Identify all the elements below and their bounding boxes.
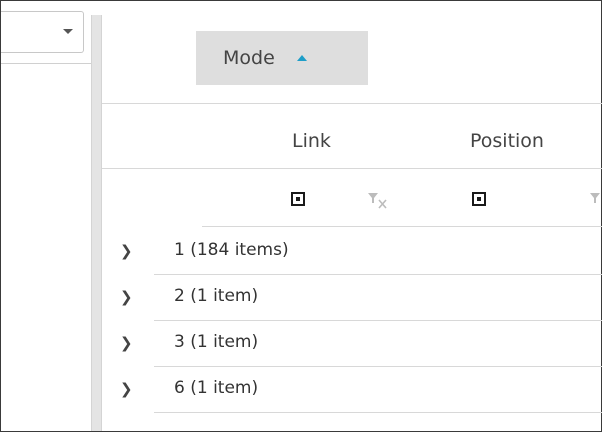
group-row-label: 2 (1 item) [174, 286, 259, 306]
group-row[interactable]: ❯ 6 (1 item) [102, 367, 602, 413]
group-row-label: 1 (184 items) [174, 240, 289, 260]
divider [1, 63, 91, 64]
filter-clear-icon[interactable] [368, 191, 390, 215]
column-header-row: Link Position [102, 104, 602, 169]
divider [202, 226, 602, 227]
link-filter-checkbox[interactable] [291, 192, 305, 206]
group-row-label: 3 (1 item) [174, 332, 259, 352]
filter-icon[interactable] [590, 191, 602, 209]
column-header-position[interactable]: Position [470, 130, 544, 152]
chevron-right-icon[interactable]: ❯ [120, 288, 133, 306]
chevron-right-icon[interactable]: ❯ [120, 380, 133, 398]
filter-row [102, 169, 602, 227]
chevron-down-icon[interactable] [63, 29, 73, 34]
chevron-right-icon[interactable]: ❯ [120, 334, 133, 352]
window-frame: Mode Link Position ❯ 1 (184 items) ❯ 2 (… [0, 0, 602, 432]
chevron-right-icon[interactable]: ❯ [120, 242, 133, 260]
sort-ascending-icon[interactable] [296, 55, 307, 61]
group-chip-mode[interactable]: Mode [196, 31, 368, 85]
panel-splitter[interactable] [91, 15, 102, 431]
left-panel [1, 1, 91, 431]
position-filter-checkbox[interactable] [472, 192, 486, 206]
group-row[interactable]: ❯ 1 (184 items) [102, 229, 602, 275]
data-grid: Mode Link Position ❯ 1 (184 items) ❯ 2 (… [102, 1, 602, 431]
group-row[interactable]: ❯ 2 (1 item) [102, 275, 602, 321]
group-chip-label: Mode [223, 47, 275, 69]
dropdown-select[interactable] [1, 11, 84, 53]
divider [154, 412, 602, 413]
group-rows: ❯ 1 (184 items) ❯ 2 (1 item) ❯ 3 (1 item… [102, 229, 602, 413]
group-row[interactable]: ❯ 3 (1 item) [102, 321, 602, 367]
group-by-panel: Mode [102, 1, 602, 104]
column-header-link[interactable]: Link [292, 130, 331, 152]
group-row-label: 6 (1 item) [174, 378, 259, 398]
